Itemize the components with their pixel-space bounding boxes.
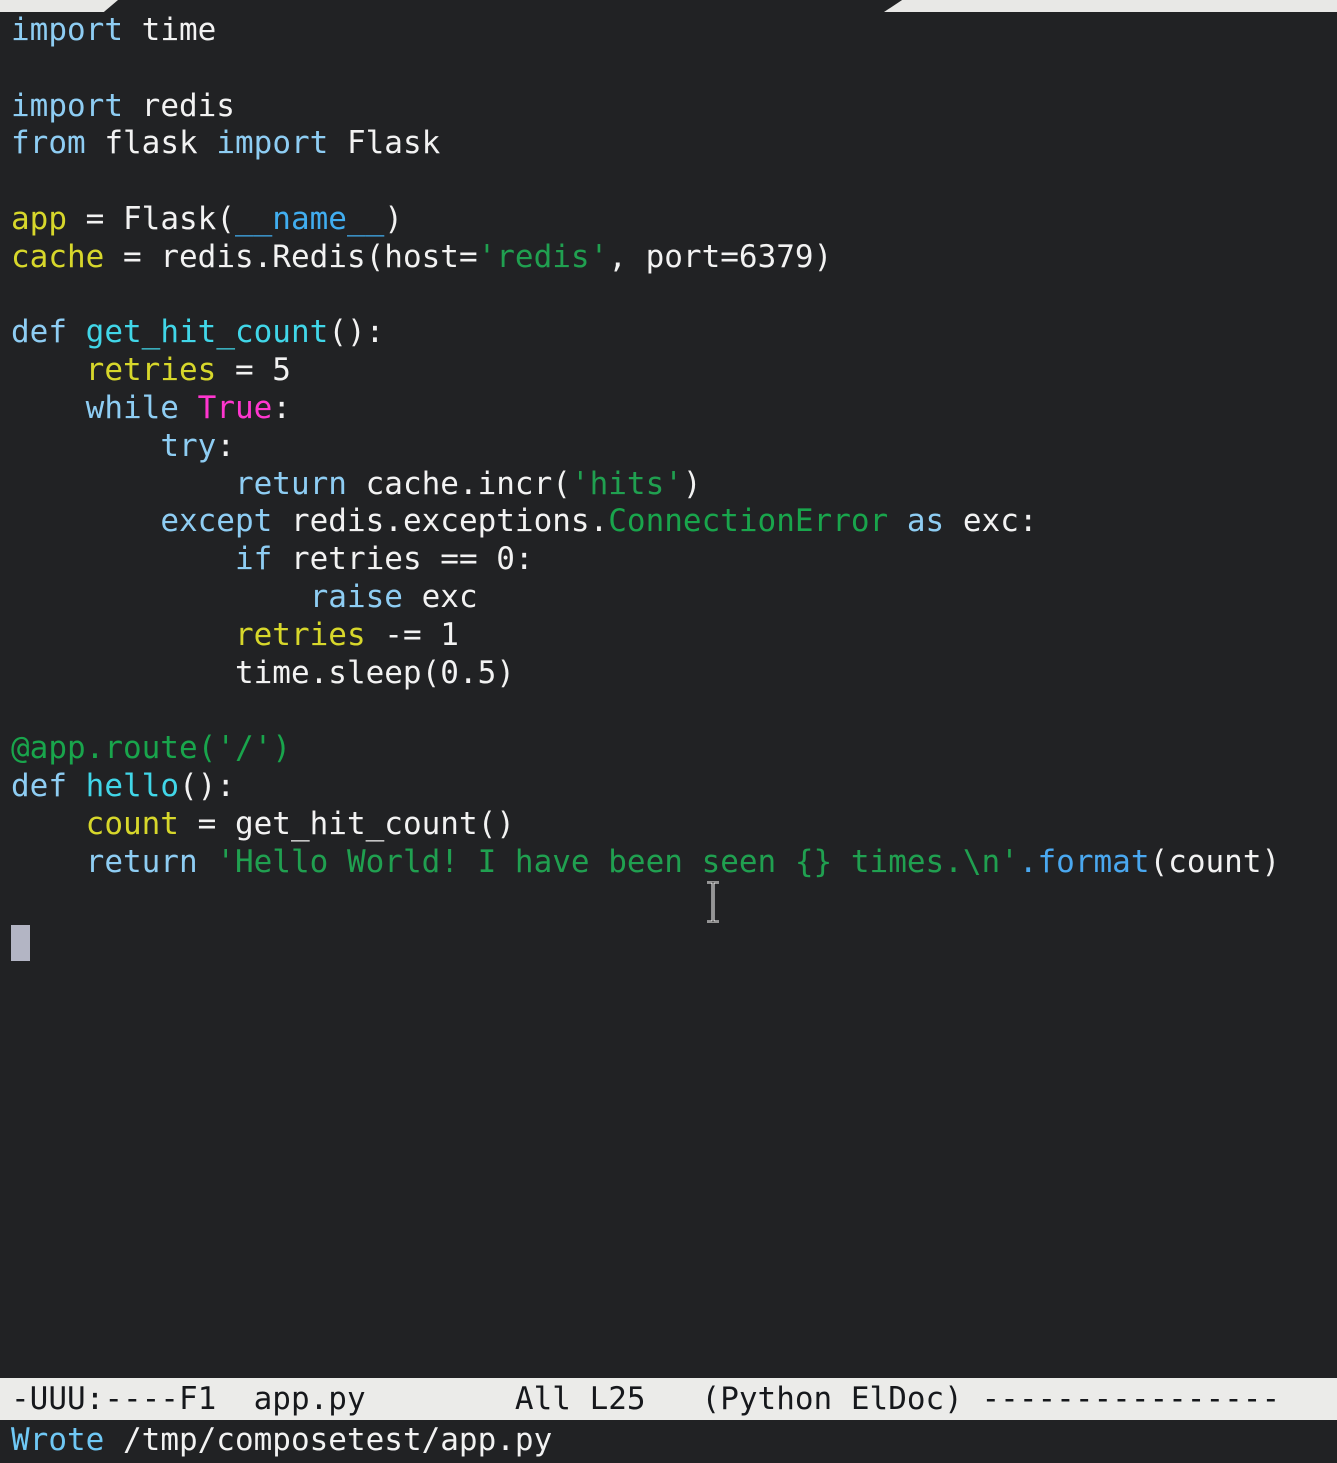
code-line[interactable]: return cache.incr('hits') bbox=[11, 466, 1280, 504]
code-buffer[interactable]: import time import redis from flask impor… bbox=[0, 12, 1337, 1375]
code-line[interactable] bbox=[11, 50, 1280, 88]
echo-path: /tmp/composetest/app.py bbox=[104, 1422, 553, 1458]
code-line[interactable]: retries -= 1 bbox=[11, 617, 1280, 655]
tab-chip-right[interactable] bbox=[884, 0, 1337, 12]
tab-chip-left[interactable] bbox=[0, 0, 118, 12]
echo-prefix: Wrote bbox=[11, 1422, 105, 1458]
code-line[interactable] bbox=[11, 277, 1280, 315]
code-line[interactable]: time.sleep(0.5) bbox=[11, 655, 1280, 693]
code-line[interactable]: def hello(): bbox=[11, 768, 1280, 806]
code-line[interactable]: import redis bbox=[11, 88, 1280, 126]
code-line[interactable]: cache = redis.Redis(host='redis', port=6… bbox=[11, 239, 1280, 277]
code-line[interactable]: retries = 5 bbox=[11, 352, 1280, 390]
code-line[interactable]: while True: bbox=[11, 390, 1280, 428]
code-line[interactable] bbox=[11, 163, 1280, 201]
mouse-ibeam-cursor bbox=[707, 881, 719, 923]
echo-area[interactable]: Wrote /tmp/composetest/app.py bbox=[0, 1420, 1337, 1463]
code-line[interactable]: count = get_hit_count() bbox=[11, 806, 1280, 844]
mode-line-text: -UUU:----F1 app.py All L25 (Python ElDoc… bbox=[11, 1381, 1281, 1417]
mode-line[interactable]: -UUU:----F1 app.py All L25 (Python ElDoc… bbox=[0, 1378, 1337, 1420]
code-line[interactable]: def get_hit_count(): bbox=[11, 314, 1280, 352]
code-line[interactable]: return 'Hello World! I have been seen {}… bbox=[11, 844, 1281, 882]
code-line[interactable]: import time bbox=[11, 12, 1280, 50]
code-line[interactable]: from flask import Flask bbox=[11, 125, 1280, 163]
echo-area-text: Wrote /tmp/composetest/app.py bbox=[0, 1420, 1337, 1460]
code-line[interactable]: except redis.exceptions.ConnectionError … bbox=[11, 503, 1280, 541]
code-line[interactable]: app = Flask(__name__) bbox=[11, 201, 1280, 239]
text-cursor bbox=[11, 925, 30, 961]
code-line[interactable]: if retries == 0: bbox=[11, 541, 1280, 579]
code-line[interactable]: raise exc bbox=[11, 579, 1280, 617]
tab-line[interactable] bbox=[0, 0, 1337, 12]
code-line[interactable]: @app.route('/') bbox=[11, 730, 1280, 768]
source-code[interactable]: import time import redis from flask impor… bbox=[11, 12, 1280, 881]
emacs-frame: import time import redis from flask impor… bbox=[0, 0, 1337, 1463]
code-line[interactable] bbox=[11, 692, 1280, 730]
code-line[interactable]: try: bbox=[11, 428, 1280, 466]
